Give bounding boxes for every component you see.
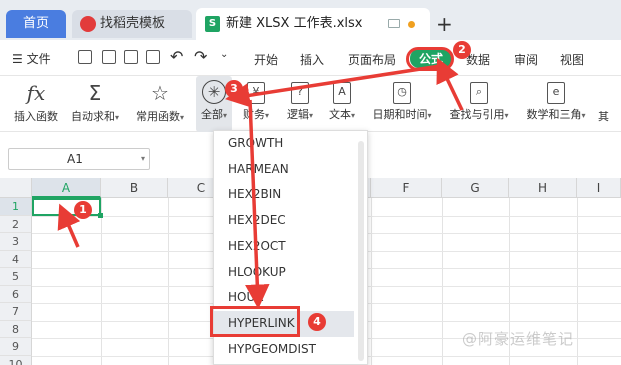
row-header-9[interactable]: 9 — [0, 338, 32, 356]
save-icon[interactable] — [78, 50, 92, 64]
monitor-icon[interactable] — [388, 19, 400, 28]
menu-bar: ☰ 文件 ↶ ↷ ⌄ 开始 插入 页面布局 公式 数据 审阅 视图 — [0, 40, 621, 76]
redo-icon[interactable]: ↷ — [194, 47, 207, 66]
row-header-3[interactable]: 3 — [0, 233, 32, 251]
text-functions-button[interactable]: A 文本▾ — [324, 76, 360, 132]
other-functions-button[interactable]: 其 — [598, 76, 621, 132]
finance-label: 财务 — [242, 108, 265, 121]
fx-icon: fx — [26, 81, 46, 105]
math-e-icon: e — [547, 82, 565, 104]
column-header-b[interactable]: B — [101, 178, 168, 198]
datetime-button[interactable]: ◷ 日期和时间▾ — [366, 76, 438, 132]
dropdown-scrollbar[interactable] — [358, 141, 364, 361]
title-bar: 首页 找稻壳模板 S 新建 XLSX 工作表.xlsx + — [0, 0, 621, 40]
print-icon[interactable] — [124, 50, 138, 64]
yen-icon: ¥ — [247, 82, 265, 104]
logic-button[interactable]: ? 逻辑▾ — [282, 76, 318, 132]
more-chevron-icon[interactable]: ⌄ — [220, 49, 228, 60]
magnifier-icon: ⌕ — [470, 82, 488, 104]
all-functions-label: 全部 — [200, 108, 223, 121]
function-item-hypgeomdist[interactable]: HYPGEOMDIST — [214, 337, 354, 363]
hyperlink-highlight-box — [210, 306, 300, 337]
menu-insert[interactable]: 插入 — [300, 51, 324, 68]
math-button[interactable]: e 数学和三角▾ — [520, 76, 592, 132]
tab-home[interactable]: 首页 — [6, 10, 66, 38]
star-icon: ☆ — [151, 81, 169, 105]
asterisk-icon: ✳ — [202, 80, 226, 104]
column-header-a[interactable]: A — [32, 178, 101, 198]
watermark: @阿豪运维笔记 — [462, 330, 575, 348]
undo-icon[interactable]: ↶ — [170, 47, 183, 66]
docer-logo-icon — [80, 16, 96, 32]
row-header-6[interactable]: 6 — [0, 285, 32, 303]
math-label: 数学和三角 — [526, 108, 582, 121]
common-functions-button[interactable]: ☆ 常用函数▾ — [130, 76, 190, 132]
menu-page-layout[interactable]: 页面布局 — [348, 51, 396, 68]
formula-ribbon: fx 插入函数 Σ 自动求和▾ ☆ 常用函数▾ ✳ 全部▾ ¥ 财务▾ ? 逻辑… — [0, 76, 621, 132]
common-functions-label: 常用函数 — [135, 110, 180, 123]
menu-view[interactable]: 视图 — [560, 51, 584, 68]
autosum-label: 自动求和 — [70, 110, 115, 123]
row-header-7[interactable]: 7 — [0, 303, 32, 321]
text-functions-label: 文本 — [328, 108, 351, 121]
insert-function-label: 插入函数 — [14, 110, 58, 123]
annotation-badge-2: 2 — [453, 41, 471, 59]
spreadsheet-icon: S — [205, 16, 220, 32]
insert-function-button[interactable]: fx 插入函数 — [8, 76, 64, 132]
column-header-g[interactable]: G — [442, 178, 509, 198]
logic-label: 逻辑 — [286, 108, 309, 121]
row-header-4[interactable]: 4 — [0, 250, 32, 268]
function-item-hex2bin[interactable]: HEX2BIN — [214, 182, 354, 208]
name-box[interactable]: A1 ▾ — [8, 148, 150, 170]
sigma-icon: Σ — [88, 81, 102, 105]
export-icon[interactable] — [102, 50, 116, 64]
menu-review[interactable]: 审阅 — [514, 51, 538, 68]
row-header-5[interactable]: 5 — [0, 268, 32, 286]
name-box-dropdown-icon[interactable]: ▾ — [141, 149, 145, 169]
new-tab-button[interactable]: + — [436, 12, 453, 36]
row-header-10[interactable]: 10 — [0, 355, 32, 365]
formula-tab-highlight — [406, 47, 454, 71]
tab-template-label: 找稻壳模板 — [100, 16, 166, 31]
other-functions-label: 其 — [598, 110, 609, 123]
tab-template[interactable]: 找稻壳模板 — [72, 10, 192, 38]
function-item-harmean[interactable]: HARMEAN — [214, 157, 354, 183]
annotation-badge-1: 1 — [74, 201, 92, 219]
function-item-hlookup[interactable]: HLOOKUP — [214, 260, 354, 286]
file-menu-label: 文件 — [26, 52, 51, 66]
lookup-label: 查找与引用 — [449, 108, 505, 121]
file-menu[interactable]: ☰ 文件 — [12, 50, 51, 67]
select-all-corner[interactable] — [0, 178, 32, 198]
autosum-button[interactable]: Σ 自动求和▾ — [66, 76, 124, 132]
fill-handle[interactable] — [98, 213, 103, 218]
menu-start[interactable]: 开始 — [254, 51, 278, 68]
logic-icon: ? — [291, 82, 309, 104]
row-header-8[interactable]: 8 — [0, 320, 32, 338]
row-header-2[interactable]: 2 — [0, 215, 32, 233]
row-header-1[interactable]: 1 — [0, 198, 32, 216]
column-header-h[interactable]: H — [509, 178, 577, 198]
annotation-badge-3: 3 — [225, 80, 243, 98]
tab-file-label: 新建 XLSX 工作表.xlsx — [226, 16, 363, 31]
name-box-value: A1 — [67, 152, 83, 166]
clock-icon: ◷ — [393, 82, 411, 104]
column-header-f[interactable]: F — [371, 178, 442, 198]
finance-button[interactable]: ¥ 财务▾ — [238, 76, 274, 132]
function-item-growth[interactable]: GROWTH — [214, 131, 354, 157]
lookup-button[interactable]: ⌕ 查找与引用▾ — [444, 76, 514, 132]
column-header-i[interactable]: I — [577, 178, 621, 198]
datetime-label: 日期和时间 — [372, 108, 428, 121]
annotation-badge-4: 4 — [308, 313, 326, 331]
tab-file[interactable]: S 新建 XLSX 工作表.xlsx — [196, 8, 430, 40]
unsaved-dot-icon — [408, 21, 415, 28]
function-item-hex2oct[interactable]: HEX2OCT — [214, 234, 354, 260]
preview-icon[interactable] — [146, 50, 160, 64]
function-item-hex2dec[interactable]: HEX2DEC — [214, 208, 354, 234]
text-a-icon: A — [333, 82, 351, 104]
hamburger-icon: ☰ — [12, 52, 23, 66]
